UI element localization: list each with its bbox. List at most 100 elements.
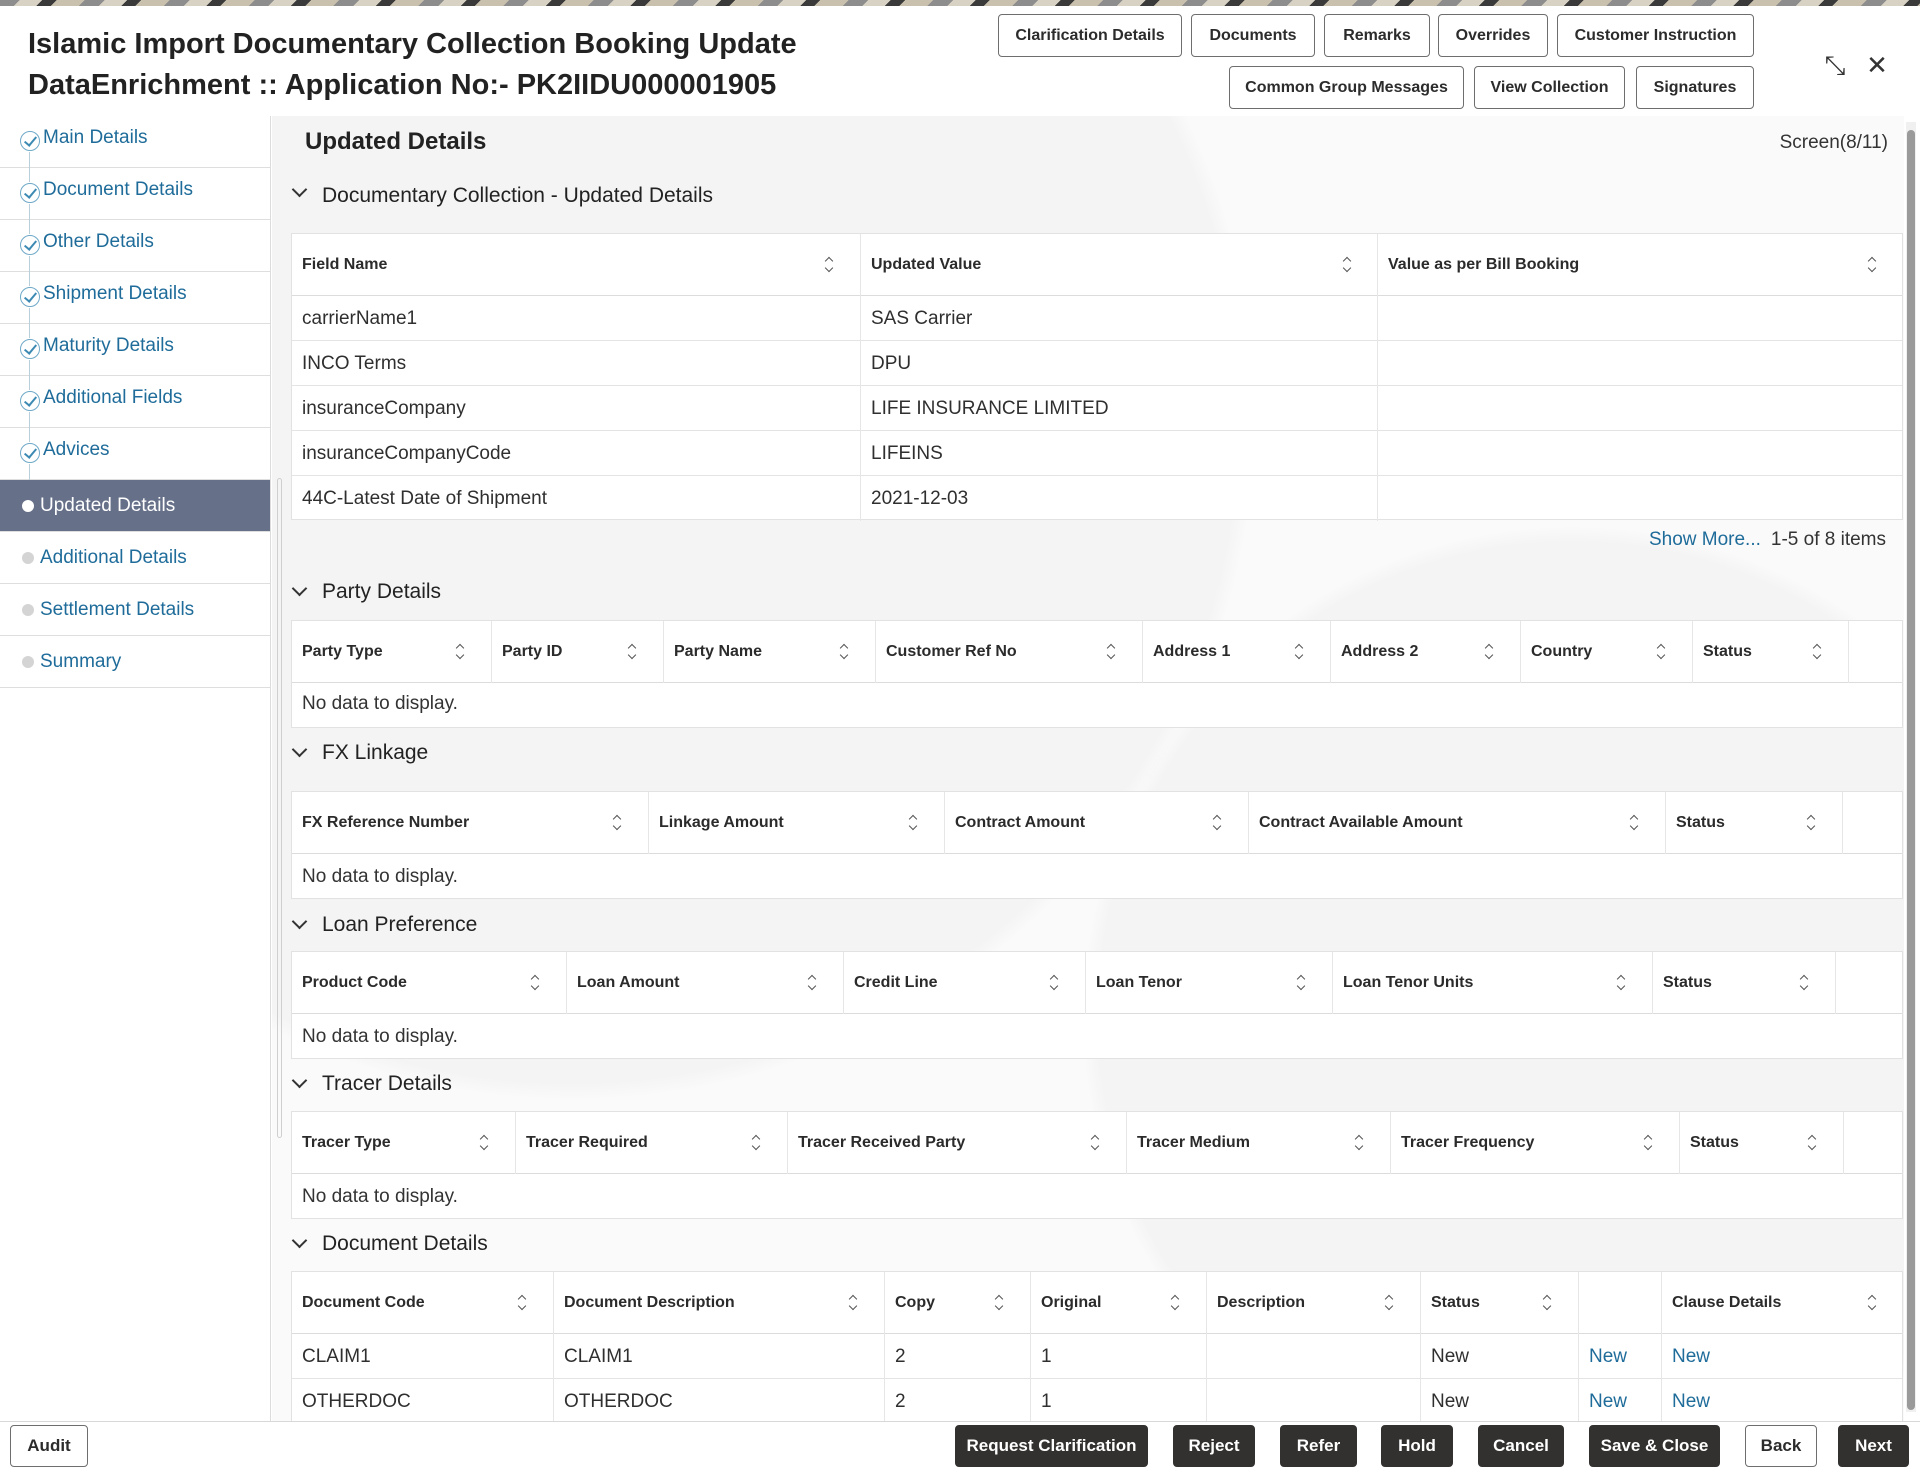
audit-button[interactable]: Audit [10,1425,88,1467]
request-clarification-button[interactable]: Request Clarification [955,1425,1148,1467]
column-header[interactable]: Document Description [554,1272,885,1334]
sidebar-item-additional-fields[interactable]: Additional Fields [0,376,270,428]
minimize-icon[interactable]: ⤡ [1820,50,1850,80]
reject-button[interactable]: Reject [1173,1425,1255,1467]
cell-link[interactable]: New [1579,1334,1662,1379]
sort-icon[interactable] [1806,816,1816,830]
sort-icon[interactable] [1867,258,1877,272]
sort-icon[interactable] [1090,1136,1100,1150]
overrides-button[interactable]: Overrides [1438,14,1548,57]
column-header[interactable]: Country [1521,621,1693,683]
column-header[interactable]: Status [1680,1112,1844,1174]
section-title-updated-details[interactable]: Documentary Collection - Updated Details [322,184,713,208]
customer-instruction-button[interactable]: Customer Instruction [1557,14,1754,57]
sort-icon[interactable] [1867,1296,1877,1310]
save-close-button[interactable]: Save & Close [1589,1425,1720,1467]
sidebar-item-shipment-details[interactable]: Shipment Details [0,272,270,324]
sort-icon[interactable] [1384,1296,1394,1310]
sort-icon[interactable] [1799,976,1809,990]
main-scrollbar-thumb[interactable] [1907,130,1915,1410]
close-icon[interactable]: ✕ [1862,50,1892,80]
column-header[interactable]: Original [1031,1272,1207,1334]
column-header[interactable]: Description [1207,1272,1421,1334]
section-title-party-details[interactable]: Party Details [322,580,441,604]
sort-icon[interactable] [530,976,540,990]
sort-icon[interactable] [455,645,465,659]
column-header[interactable]: Status [1666,792,1843,854]
column-header[interactable]: Tracer Type [292,1112,516,1174]
section-title-fx-linkage[interactable]: FX Linkage [322,741,428,765]
sort-icon[interactable] [1170,1296,1180,1310]
column-header[interactable]: Loan Tenor Units [1333,952,1653,1014]
table-row[interactable]: OTHERDOC OTHERDOC 2 1 New New New [292,1379,1902,1424]
clause-details-link[interactable]: New [1662,1334,1904,1379]
sort-icon[interactable] [627,645,637,659]
view-collection-button[interactable]: View Collection [1474,66,1625,109]
table-row[interactable]: CLAIM1 CLAIM1 2 1 New New New [292,1334,1902,1379]
signatures-button[interactable]: Signatures [1636,66,1754,109]
column-header[interactable]: Product Code [292,952,567,1014]
sort-icon[interactable] [824,258,834,272]
sort-icon[interactable] [479,1136,489,1150]
sidebar-item-summary[interactable]: Summary [0,636,270,688]
section-title-tracer-details[interactable]: Tracer Details [322,1072,452,1096]
table-row[interactable]: 44C-Latest Date of Shipment 2021-12-03 [292,476,1902,521]
column-header[interactable]: Contract Amount [945,792,1249,854]
table-row[interactable]: insuranceCompanyCode LIFEINS [292,431,1902,476]
chevron-down-icon[interactable] [292,1237,306,1251]
sidebar-item-other-details[interactable]: Other Details [0,220,270,272]
column-header[interactable]: Clause Details [1662,1272,1904,1334]
column-header[interactable]: Loan Tenor [1086,952,1333,1014]
chevron-down-icon[interactable] [292,186,306,200]
show-more-link[interactable]: Show More... [1649,529,1761,550]
sidebar-item-maturity-details[interactable]: Maturity Details [0,324,270,376]
table-row[interactable]: carrierName1 SAS Carrier [292,296,1902,341]
sort-icon[interactable] [751,1136,761,1150]
sidebar-scrollbar[interactable] [277,478,282,1138]
sort-icon[interactable] [1616,976,1626,990]
column-header[interactable]: Customer Ref No [876,621,1143,683]
column-header[interactable]: Value as per Bill Booking [1378,234,1904,296]
column-header[interactable]: Tracer Medium [1127,1112,1391,1174]
column-header[interactable]: Copy [885,1272,1031,1334]
column-header[interactable]: FX Reference Number [292,792,649,854]
sort-icon[interactable] [1212,816,1222,830]
sort-icon[interactable] [1807,1136,1817,1150]
next-button[interactable]: Next [1838,1425,1909,1467]
section-title-document-details[interactable]: Document Details [322,1232,488,1256]
table-row[interactable]: insuranceCompany LIFE INSURANCE LIMITED [292,386,1902,431]
hold-button[interactable]: Hold [1381,1425,1453,1467]
chevron-down-icon[interactable] [292,585,306,599]
column-header[interactable]: Address 2 [1331,621,1521,683]
sort-icon[interactable] [1643,1136,1653,1150]
sort-icon[interactable] [994,1296,1004,1310]
clause-details-link[interactable]: New [1662,1379,1904,1424]
sidebar-item-updated-details[interactable]: Updated Details [0,480,270,532]
column-header[interactable]: Party Type [292,621,492,683]
sort-icon[interactable] [848,1296,858,1310]
cell-link[interactable]: New [1579,1379,1662,1424]
column-header[interactable]: Status [1693,621,1849,683]
chevron-down-icon[interactable] [292,1077,306,1091]
section-title-loan-preference[interactable]: Loan Preference [322,913,477,937]
column-header[interactable]: Field Name [292,234,861,296]
column-header[interactable]: Tracer Required [516,1112,788,1174]
cancel-button[interactable]: Cancel [1478,1425,1564,1467]
column-header[interactable]: Tracer Received Party [788,1112,1127,1174]
sort-icon[interactable] [1294,645,1304,659]
sort-icon[interactable] [1296,976,1306,990]
sort-icon[interactable] [839,645,849,659]
chevron-down-icon[interactable] [292,918,306,932]
column-header[interactable]: Tracer Frequency [1391,1112,1680,1174]
column-header[interactable]: Credit Line [844,952,1086,1014]
column-header[interactable]: Party Name [664,621,876,683]
table-row[interactable]: INCO Terms DPU [292,341,1902,386]
sort-icon[interactable] [807,976,817,990]
column-header[interactable]: Status [1653,952,1836,1014]
column-header[interactable]: Party ID [492,621,664,683]
sort-icon[interactable] [1629,816,1639,830]
sidebar-item-main-details[interactable]: Main Details [0,116,270,168]
sort-icon[interactable] [1542,1296,1552,1310]
sort-icon[interactable] [1656,645,1666,659]
sort-icon[interactable] [1812,645,1822,659]
